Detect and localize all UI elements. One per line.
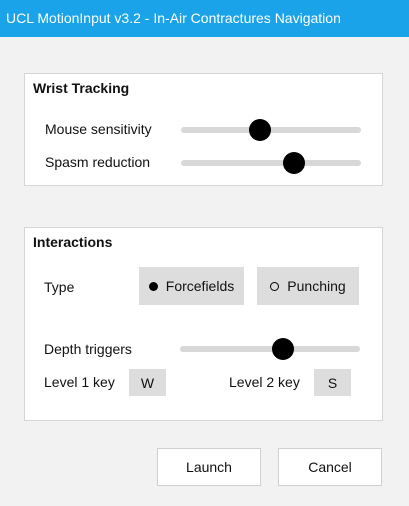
slider-thumb[interactable]: [283, 152, 306, 174]
slider-track: [180, 346, 360, 352]
launch-button[interactable]: Launch: [157, 448, 261, 486]
level2-key-label: Level 2 key: [229, 374, 300, 390]
type-label: Type: [44, 279, 75, 295]
forcefields-radio[interactable]: Forcefields: [139, 267, 244, 305]
mouse-sensitivity-slider[interactable]: [181, 119, 361, 141]
spasm-reduction-label: Spasm reduction: [45, 154, 151, 170]
slider-thumb[interactable]: [249, 119, 272, 141]
interactions-heading: Interactions: [33, 234, 113, 250]
wrist-tracking-heading: Wrist Tracking: [33, 80, 130, 96]
spasm-reduction-slider[interactable]: [181, 152, 361, 174]
radio-selected-icon: [148, 281, 158, 291]
mouse-sensitivity-label: Mouse sensitivity: [45, 121, 152, 137]
level1-key-label: Level 1 key: [44, 374, 115, 390]
wrist-tracking-panel: Wrist Tracking Mouse sensitivity Spasm r…: [24, 73, 383, 186]
window-titlebar: UCL MotionInput v3.2 - In-Air Contractur…: [0, 0, 409, 37]
radio-unselected-icon: [270, 281, 280, 291]
window-title: UCL MotionInput v3.2 - In-Air Contractur…: [6, 10, 341, 26]
depth-triggers-slider[interactable]: [180, 338, 360, 360]
slider-thumb[interactable]: [271, 338, 294, 360]
depth-triggers-label: Depth triggers: [44, 341, 132, 357]
punching-label: Punching: [287, 278, 346, 294]
punching-radio[interactable]: Punching: [257, 267, 359, 305]
level2-key-field[interactable]: S: [314, 369, 351, 396]
forcefields-label: Forcefields: [165, 278, 235, 294]
interactions-panel: Interactions Type Forcefields Punching D…: [24, 227, 383, 421]
level1-key-field[interactable]: W: [129, 369, 166, 396]
slider-track: [181, 160, 361, 166]
cancel-button[interactable]: Cancel: [278, 448, 382, 486]
